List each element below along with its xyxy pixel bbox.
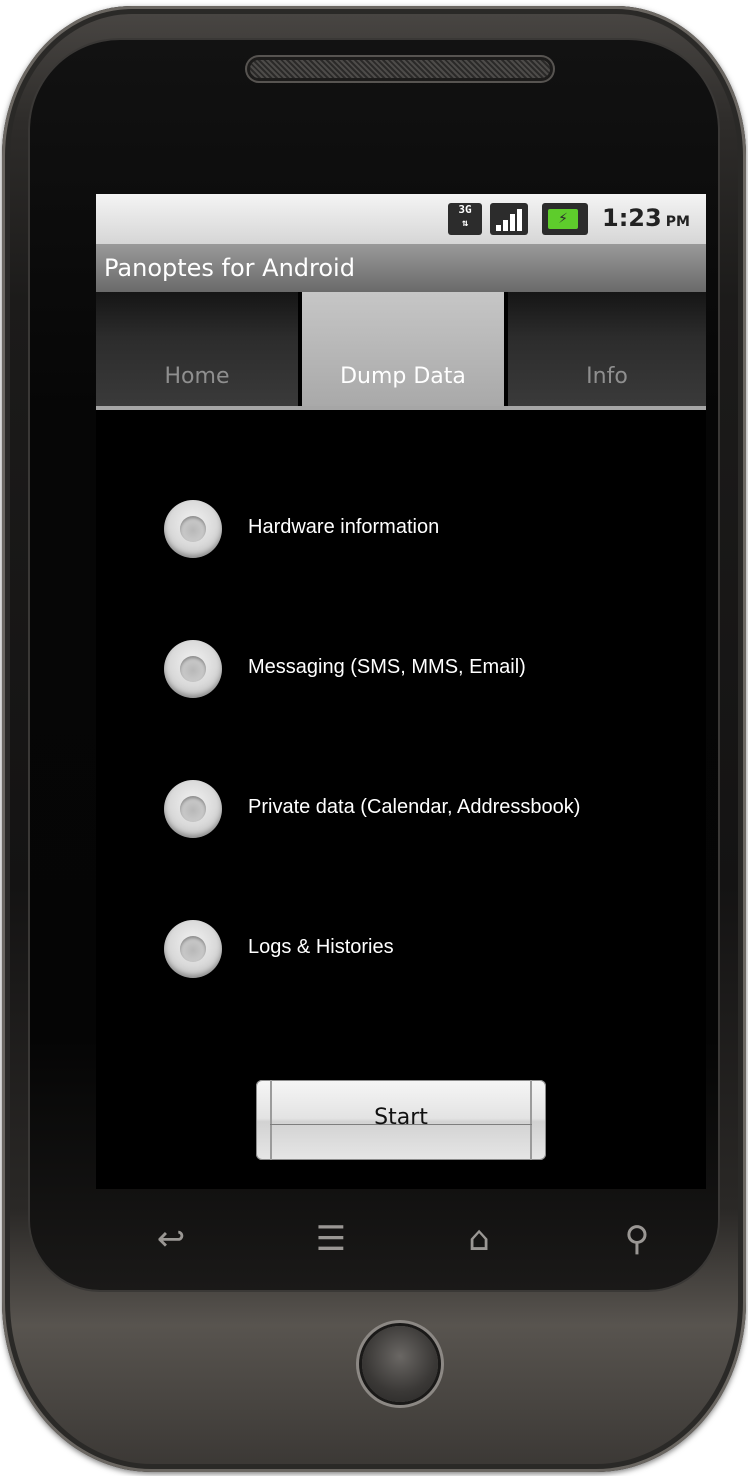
status-bar: 3G ⇅ ⚡ 1:23 PM (96, 194, 706, 244)
hardware-trackball-button[interactable] (362, 1326, 438, 1402)
tab-dump-data-label: Dump Data (340, 364, 466, 389)
tab-info[interactable]: Info (508, 292, 706, 406)
status-clock: 1:23 PM (602, 204, 690, 232)
radio-button[interactable] (164, 640, 222, 698)
option-private-data[interactable]: Private data (Calendar, Addressbook) (164, 780, 704, 842)
app-title-bar: Panoptes for Android (96, 244, 706, 292)
tab-bar: Home Dump Data Info (96, 292, 706, 410)
tab-home-label: Home (164, 364, 230, 389)
button-groove-left (270, 1080, 272, 1160)
network-type-label: 3G (458, 203, 472, 216)
option-label: Private data (Calendar, Addressbook) (248, 796, 581, 818)
button-groove-right (530, 1080, 532, 1160)
home-icon[interactable]: ⌂ (454, 1214, 504, 1264)
earpiece-speaker (250, 60, 550, 78)
app-title: Panoptes for Android (104, 254, 355, 282)
tab-info-label: Info (586, 364, 628, 389)
clock-ampm: PM (665, 214, 690, 230)
option-hardware-information[interactable]: Hardware information (164, 500, 704, 562)
battery-charging-icon: ⚡ (542, 203, 588, 235)
device-screen: 3G ⇅ ⚡ 1:23 PM Panoptes for Android Home … (96, 194, 706, 1189)
tab-home[interactable]: Home (96, 292, 298, 406)
start-button[interactable]: Start (256, 1080, 546, 1160)
signal-icon (490, 203, 528, 235)
option-label: Messaging (SMS, MMS, Email) (248, 656, 526, 678)
tab-underline (96, 406, 706, 410)
menu-icon[interactable]: ☰ (306, 1214, 356, 1264)
tab-dump-data[interactable]: Dump Data (302, 292, 504, 406)
search-icon[interactable]: ⚲ (612, 1214, 662, 1264)
3g-icon: 3G ⇅ (448, 203, 482, 235)
radio-button[interactable] (164, 500, 222, 558)
option-messaging[interactable]: Messaging (SMS, MMS, Email) (164, 640, 704, 702)
radio-button[interactable] (164, 780, 222, 838)
option-label: Logs & Histories (248, 936, 394, 958)
clock-time: 1:23 (602, 204, 662, 232)
start-button-label: Start (374, 1105, 428, 1130)
option-logs-histories[interactable]: Logs & Histories (164, 920, 704, 982)
back-icon[interactable]: ↩ (146, 1214, 196, 1264)
radio-button[interactable] (164, 920, 222, 978)
option-label: Hardware information (248, 516, 440, 538)
softkey-bar: ↩ ☰ ⌂ ⚲ (96, 1200, 706, 1280)
